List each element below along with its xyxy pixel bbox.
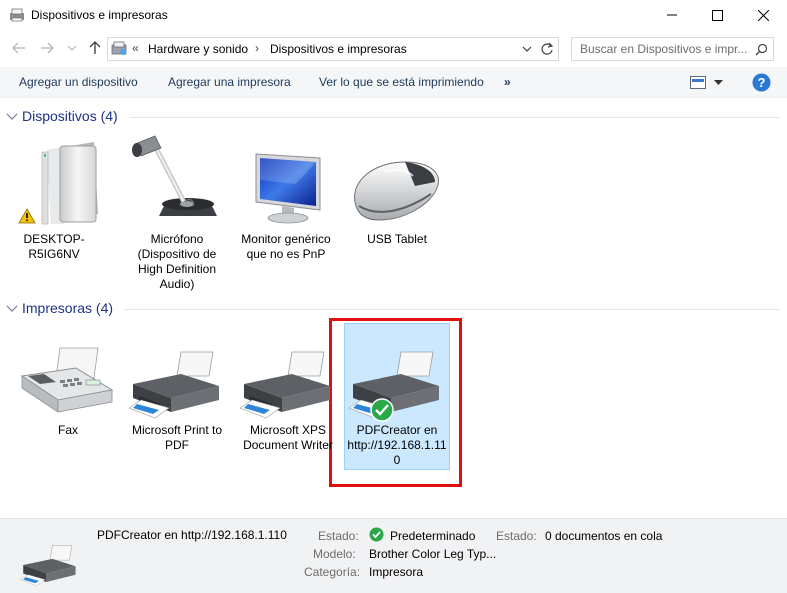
up-button[interactable] <box>86 38 104 58</box>
devices-section-header[interactable]: Dispositivos (4) <box>0 107 787 127</box>
queue-status-label: Estado: <box>496 529 537 543</box>
window-title: Dispositivos e impresoras <box>31 8 168 22</box>
search-box[interactable] <box>571 37 774 61</box>
breadcrumb-separator-icon[interactable]: › <box>255 41 259 55</box>
section-divider <box>124 309 780 310</box>
chevron-down-icon <box>67 45 77 51</box>
forward-button[interactable] <box>38 38 56 58</box>
collapse-chevron-icon[interactable] <box>6 111 18 123</box>
change-view-icon[interactable] <box>690 76 706 89</box>
refresh-icon[interactable] <box>540 42 554 56</box>
devices-section-label: Dispositivos (4) <box>22 108 118 124</box>
maximize-icon <box>711 9 723 21</box>
see-printing-button[interactable]: Ver lo que se está imprimiendo <box>319 75 484 89</box>
search-input[interactable] <box>572 38 752 60</box>
printers-section-header[interactable]: Impresoras (4) <box>0 299 787 319</box>
printer-icon <box>239 351 330 419</box>
maximize-button[interactable] <box>694 0 740 30</box>
default-check-icon <box>369 527 384 542</box>
status-label: Estado: <box>318 529 359 543</box>
minimize-button[interactable] <box>649 0 695 30</box>
svg-text:?: ? <box>758 75 766 90</box>
printer-icon <box>128 351 219 419</box>
arrow-up-icon <box>89 41 101 54</box>
view-options-chevron-icon[interactable] <box>714 80 723 86</box>
device-label: Monitor genérico que no es PnP <box>241 232 331 261</box>
computer-tower-warning-icon <box>18 142 98 225</box>
search-icon[interactable] <box>755 43 768 56</box>
printer-label: Microsoft Print to PDF <box>131 423 223 452</box>
model-value: Brother Color Leg Typ... <box>369 547 497 561</box>
title-bar: Dispositivos e impresoras <box>0 0 787 30</box>
close-icon <box>757 9 769 21</box>
device-label: DESKTOP-R5IG6NV <box>23 232 85 261</box>
microphone-icon <box>132 135 217 216</box>
control-panel-icon <box>111 41 127 55</box>
details-printer-name: PDFCreator en http://192.168.1.110 <box>97 528 287 542</box>
add-printer-button[interactable]: Agregar una impresora <box>168 75 291 89</box>
address-bar[interactable]: « Hardware y sonido › Dispositivos e imp… <box>107 37 559 61</box>
queue-status-value: 0 documentos en cola <box>545 529 663 543</box>
monitor-icon <box>255 153 321 224</box>
printers-section-label: Impresoras (4) <box>22 300 114 316</box>
printer-default-icon <box>348 351 439 422</box>
back-button[interactable] <box>10 38 28 58</box>
category-value: Impresora <box>369 565 424 579</box>
recent-locations-button[interactable] <box>63 38 81 58</box>
device-label: Micrófono (Dispositivo de High Definitio… <box>137 232 217 291</box>
breadcrumb-hardware-sound[interactable]: Hardware y sonido <box>148 42 248 56</box>
address-dropdown-icon[interactable] <box>522 46 532 53</box>
close-button[interactable] <box>740 0 786 30</box>
mouse-icon <box>354 161 439 221</box>
printer-label: PDFCreator en http://192.168.1.110 <box>347 423 447 467</box>
selected-printer-icon <box>20 545 76 586</box>
fax-icon <box>20 347 114 413</box>
collapse-chevron-icon[interactable] <box>6 303 18 315</box>
breadcrumb-overflow-icon[interactable]: « <box>132 41 139 55</box>
devices-printers-app-icon <box>10 8 24 22</box>
printer-label: Microsoft XPS Document Writer <box>243 423 333 452</box>
command-bar: Agregar un dispositivo Agregar una impre… <box>0 67 787 98</box>
minimize-icon <box>667 14 677 16</box>
status-value: Predeterminado <box>390 529 476 543</box>
more-commands-button[interactable]: » <box>504 75 511 89</box>
arrow-left-icon <box>12 42 25 54</box>
model-label: Modelo: <box>313 547 356 561</box>
category-label: Categoría: <box>304 565 361 579</box>
arrow-right-icon <box>41 42 54 54</box>
address-row: « Hardware y sonido › Dispositivos e imp… <box>0 34 787 62</box>
device-label: USB Tablet <box>367 232 427 246</box>
help-icon[interactable]: ? <box>752 73 771 92</box>
breadcrumb-devices-printers[interactable]: Dispositivos e impresoras <box>270 42 407 56</box>
printer-label: Fax <box>57 423 78 437</box>
section-divider <box>130 117 780 118</box>
details-pane: PDFCreator en http://192.168.1.110 Estad… <box>0 518 787 593</box>
add-device-button[interactable]: Agregar un dispositivo <box>19 75 138 89</box>
